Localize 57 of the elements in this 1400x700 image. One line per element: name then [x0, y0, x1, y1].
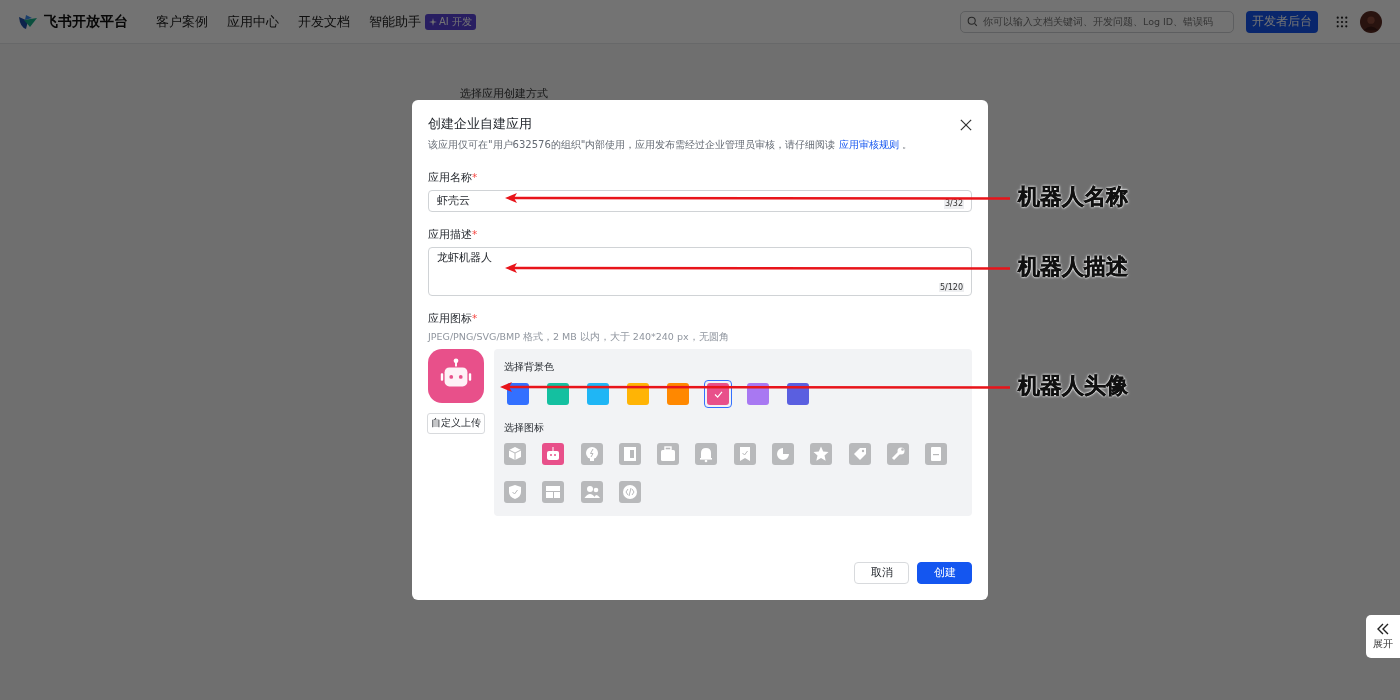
double-chevron-icon	[1376, 622, 1390, 635]
color-swatch[interactable]	[707, 383, 729, 405]
layout-icon[interactable]	[542, 481, 565, 503]
shield-icon[interactable]	[504, 481, 526, 503]
create-button[interactable]: 创建	[917, 562, 972, 584]
check-icon	[713, 390, 723, 398]
bulb-icon[interactable]	[580, 443, 603, 465]
review-rules-link[interactable]: 应用审核规则	[838, 139, 899, 150]
robot-icon[interactable]	[542, 443, 565, 465]
annotation-label: 机器人头像	[1018, 372, 1128, 400]
bell-icon[interactable]	[695, 443, 718, 465]
nav-link[interactable]: 客户案例	[156, 12, 208, 31]
ai-badge: AI 开发	[425, 13, 476, 30]
pie-chart-icon[interactable]	[772, 443, 795, 465]
color-swatch[interactable]	[747, 383, 769, 405]
tag-icon[interactable]	[848, 443, 871, 465]
wrench-icon[interactable]	[886, 443, 909, 465]
section-label: 选择图标	[504, 421, 545, 435]
cube-icon[interactable]	[504, 443, 526, 465]
code-icon[interactable]	[618, 481, 641, 503]
logo-icon	[18, 13, 38, 30]
avatar-icon[interactable]	[1360, 10, 1382, 33]
nav-link[interactable]: 智能助手	[369, 12, 421, 31]
annotation-label: 机器人描述	[1018, 253, 1128, 281]
expand-button[interactable]: 展开	[1366, 615, 1400, 658]
annotation-label: 机器人名称	[1018, 183, 1128, 211]
door-icon[interactable]	[618, 443, 641, 465]
color-swatch[interactable]	[627, 383, 649, 405]
search-icon	[967, 16, 978, 27]
dialog-title: 创建企业自建应用	[428, 116, 532, 133]
document-icon[interactable]	[925, 443, 948, 465]
upload-button[interactable]: 自定义上传	[427, 413, 485, 434]
color-swatch[interactable]	[787, 383, 809, 405]
dialog-notice: 该应用仅可在"用户632576的组织"内部使用，应用发布需经过企业管理员审核，请仔细阅读 应用审核规则 。	[428, 138, 913, 151]
color-swatch[interactable]	[547, 383, 569, 405]
field-label: 应用名称*	[428, 171, 479, 185]
logo-text: 飞书开放平台	[44, 12, 128, 31]
char-counter: 5/120	[938, 283, 964, 292]
field-label: 应用图标*	[428, 312, 479, 326]
color-swatch[interactable]	[587, 383, 609, 405]
nav-link[interactable]: 开发文档	[298, 12, 350, 31]
color-swatch[interactable]	[667, 383, 689, 405]
app-name-field[interactable]: 虾壳云 3/32	[428, 190, 972, 212]
field-hint: JPEG/PNG/SVG/BMP 格式，2 MB 以内，大于 240*240 px，无圆角	[428, 331, 730, 344]
briefcase-icon[interactable]	[657, 443, 680, 465]
app-description-field[interactable]: 龙虾机器人 5/120	[428, 247, 972, 296]
field-label: 应用描述*	[428, 228, 479, 242]
nav-link[interactable]: 应用中心	[227, 12, 279, 31]
section-heading: 选择应用创建方式	[460, 87, 548, 100]
bookmark-icon[interactable]	[733, 443, 756, 465]
people-icon[interactable]	[580, 481, 603, 503]
char-counter: 3/32	[944, 200, 964, 209]
apps-grid-icon[interactable]	[1336, 15, 1348, 28]
cancel-button[interactable]: 取消	[854, 562, 909, 584]
sparkle-icon	[429, 17, 437, 26]
close-icon[interactable]	[960, 118, 972, 131]
section-label: 选择背景色	[504, 360, 555, 374]
